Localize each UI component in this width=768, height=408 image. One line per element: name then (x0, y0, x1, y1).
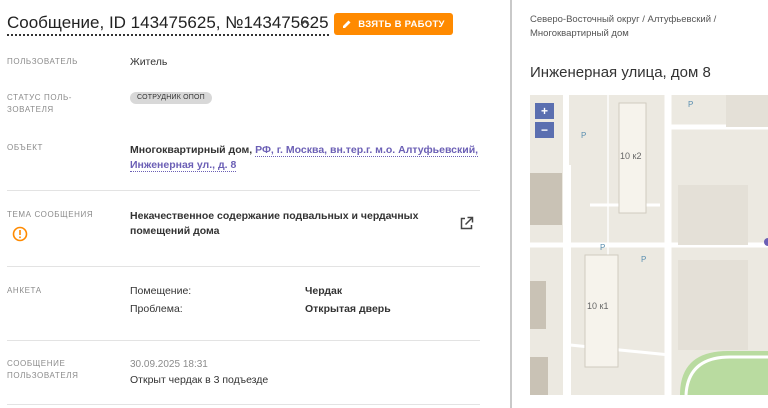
parking-icon: P (600, 243, 606, 252)
form-label: АНКЕТА (7, 286, 42, 295)
chevron-up-icon[interactable] (299, 17, 311, 29)
breadcrumb: Северо-Восточный округ / Алтуфьевский / … (530, 13, 755, 41)
object-value-line2: Инженерная ул., д. 8 (130, 157, 237, 173)
message-text: Открыт чердак в 3 подъезде (130, 374, 269, 386)
map-canvas (530, 95, 768, 395)
take-to-work-label: ВЗЯТЬ В РАБОТУ (358, 18, 445, 30)
parking-icon: P (641, 255, 647, 264)
zoom-in-button[interactable]: + (535, 103, 554, 119)
topic-text-line1: Некачественное содержание подвальных и ч… (130, 210, 419, 222)
place-title: Инженерная улица, дом 8 (530, 64, 711, 81)
zoom-out-button[interactable]: − (535, 122, 554, 138)
form-value-room: Чердак (305, 285, 343, 297)
divider (7, 340, 480, 341)
pencil-icon (343, 20, 351, 28)
parking-icon: P (581, 131, 587, 140)
object-address-link-line2[interactable]: Инженерная ул., д. 8 (130, 159, 237, 172)
divider (7, 404, 480, 405)
message-label-line1: СООБЩЕНИЕ (7, 359, 66, 368)
message-title[interactable]: Сообщение, ID 143475625, №143475625 (7, 13, 329, 36)
divider (7, 190, 480, 191)
warning-icon (12, 226, 28, 242)
user-label: ПОЛЬЗОВАТЕЛЬ (7, 57, 78, 66)
topic-text-line2: помещений дома (130, 225, 220, 237)
breadcrumb-line1: Северо-Восточный округ / Алтуфьевский / (530, 14, 717, 25)
breadcrumb-line2: Многоквартирный дом (530, 28, 629, 39)
message-details-panel: Сообщение, ID 143475625, №143475625 ВЗЯТ… (0, 0, 510, 408)
message-label-line2: ПОЛЬЗОВАТЕЛЯ (7, 371, 79, 380)
building-label-10k2: 10 к2 (620, 151, 642, 161)
user-status-label-line1: СТАТУС ПОЛЬ- (7, 93, 73, 102)
message-date: 30.09.2025 18:31 (130, 359, 208, 370)
form-value-problem: Открытая дверь (305, 303, 391, 315)
parking-icon: P (688, 100, 694, 109)
map[interactable]: + − 10 к2 10 к1 P P P P (530, 95, 768, 395)
object-type: Многоквартирный дом, (130, 144, 253, 156)
building-label-10k1: 10 к1 (587, 301, 609, 311)
form-key-room: Помещение: (130, 285, 192, 297)
object-address-link-line1[interactable]: РФ, г. Москва, вн.тер.г. м.о. Алтуфьевск… (255, 144, 479, 157)
topic-value-line1: Некачественное содержание подвальных и ч… (130, 208, 418, 224)
location-panel: Северо-Восточный округ / Алтуфьевский / … (512, 0, 768, 408)
topic-value-line2: помещений дома (130, 223, 220, 239)
divider (7, 266, 480, 267)
object-value: Многоквартирный дом, РФ, г. Москва, вн.т… (130, 142, 479, 158)
topic-label: ТЕМА СООБЩЕНИЯ (7, 210, 94, 219)
user-value: Житель (130, 56, 168, 68)
user-status-label-line2: ЗОВАТЕЛЯ (7, 105, 54, 114)
status-badge: СОТРУДНИК ОПОП (130, 92, 212, 104)
take-to-work-button[interactable]: ВЗЯТЬ В РАБОТУ (334, 13, 453, 35)
form-key-problem: Проблема: (130, 303, 183, 315)
object-label: ОБЪЕКТ (7, 143, 44, 152)
external-link-icon[interactable] (459, 216, 474, 231)
